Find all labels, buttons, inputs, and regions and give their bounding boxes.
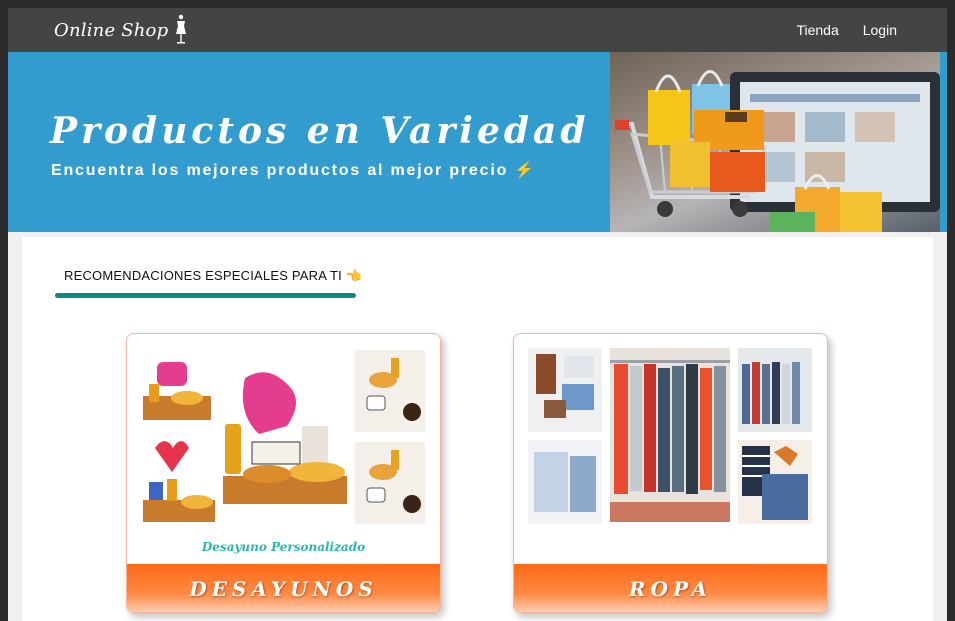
category-card-desayunos[interactable]: Desayuno Personalizado DESAYUNOS — [126, 333, 441, 613]
nav-link-login[interactable]: Login — [863, 22, 897, 38]
page-frame: Online Shop Tienda Login Productos en Va… — [8, 8, 947, 621]
card-label: ROPA — [628, 577, 713, 601]
card-caption: Desayuno Personalizado — [201, 540, 366, 554]
recommendations-section: RECOMENDACIONES ESPECIALES PARA TI 👈 Des… — [22, 237, 933, 621]
ropa-image — [514, 334, 827, 564]
hero-subtitle: Encuentra los mejores productos al mejor… — [51, 162, 537, 179]
brand-link[interactable]: Online Shop — [54, 14, 188, 46]
hero-image — [610, 52, 940, 232]
mannequin-icon — [176, 14, 187, 44]
clothing-rack-icon — [528, 348, 812, 524]
navbar: Online Shop Tienda Login — [8, 8, 947, 52]
nav-link-tienda[interactable]: Tienda — [796, 22, 838, 38]
card-footer: ROPA — [514, 564, 827, 612]
breakfast-gift-icon — [143, 350, 425, 524]
card-footer: DESAYUNOS — [127, 564, 440, 612]
section-title: RECOMENDACIONES ESPECIALES PARA TI 👈 — [64, 268, 363, 283]
card-label: DESAYUNOS — [189, 577, 378, 601]
brand-name: Online Shop — [54, 19, 169, 41]
hero-title: Productos en Variedad — [50, 110, 590, 152]
desayunos-image: Desayuno Personalizado — [127, 334, 440, 564]
nav-links: Tienda Login — [796, 8, 897, 52]
category-card-ropa[interactable]: ROPA — [513, 333, 828, 613]
shopping-cart-icon — [615, 70, 940, 232]
hero-banner: Productos en Variedad Encuentra los mejo… — [8, 52, 947, 232]
section-underline — [55, 293, 356, 298]
